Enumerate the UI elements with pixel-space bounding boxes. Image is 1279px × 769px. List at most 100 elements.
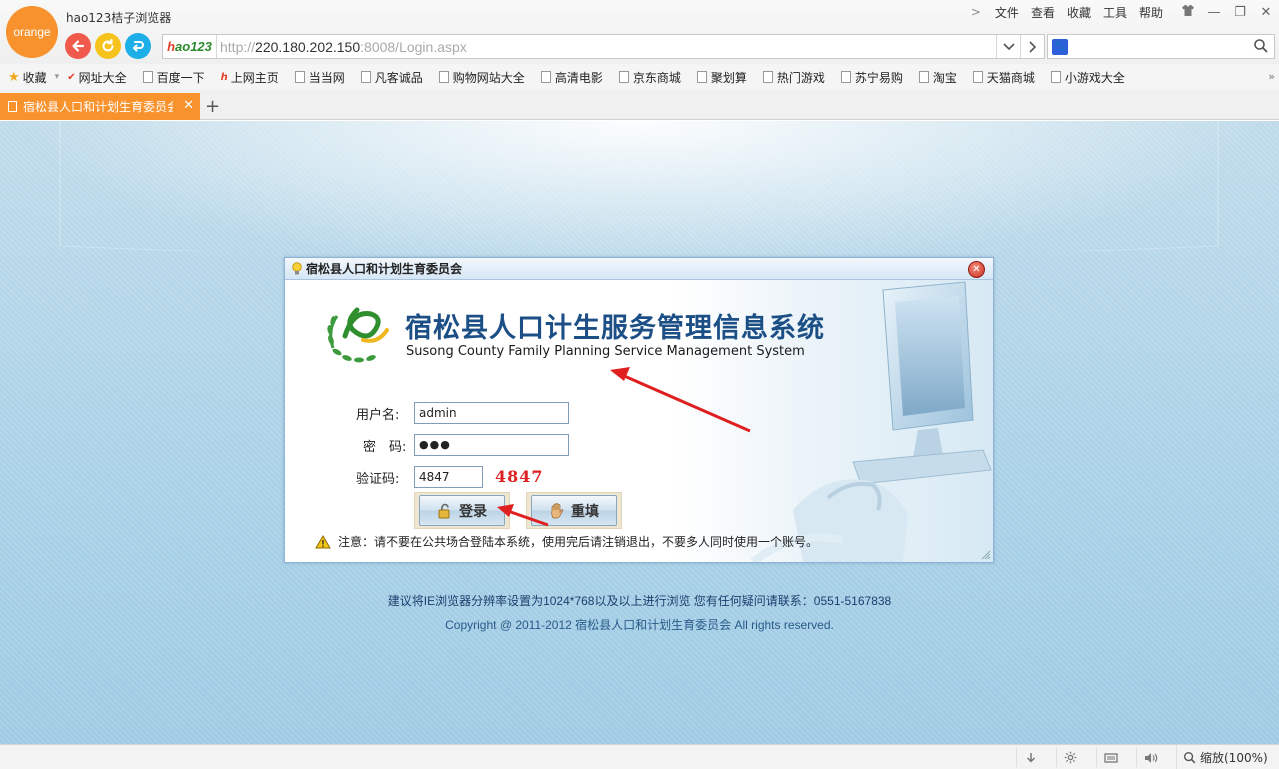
warning-icon	[315, 534, 331, 548]
login-window-body: 宿松县人口计生服务管理信息系统 Susong County Family Pla…	[285, 280, 993, 562]
new-tab-button[interactable]: +	[205, 96, 220, 117]
zoom-icon	[1183, 751, 1196, 763]
page-icon	[360, 71, 371, 83]
browser-menu: > 文件 查看 收藏 工具 帮助 — ❐ ✕	[971, 2, 1279, 22]
url-text[interactable]: http://220.180.202.150:8008/Login.aspx	[217, 39, 996, 55]
page-icon	[696, 71, 707, 83]
notice-text: 注意：请不要在公共场合登陆本系统，使用完后请注销退出，不要多人同时使用一个账号。	[315, 533, 818, 550]
login-window: 宿松县人口和计划生育委员会 ✕ 宿松县人口计生服务管理信息系统 Susong C…	[284, 257, 994, 563]
status-bar: 缩放(100%)	[0, 744, 1279, 769]
skin-icon[interactable]	[1175, 4, 1201, 20]
download-icon[interactable]	[1016, 748, 1044, 767]
background-decoration	[59, 121, 1219, 251]
bookmark-item[interactable]: 凡客诚品	[360, 69, 423, 86]
arrow-left-icon	[72, 40, 85, 52]
window-mode-icon[interactable]	[1096, 748, 1124, 767]
search-icon[interactable]	[1253, 38, 1269, 54]
login-window-titlebar: 宿松县人口和计划生育委员会 ✕	[285, 258, 993, 280]
search-input[interactable]: 🐾	[1047, 34, 1275, 59]
page-icon	[142, 71, 153, 83]
footer-advice: 建议将IE浏览器分辨率设置为1024*768以及以上进行浏览 您有任何疑问请联系…	[387, 594, 892, 608]
system-title-en: Susong County Family Planning Service Ma…	[406, 344, 805, 359]
menu-tools[interactable]: 工具	[1103, 4, 1127, 21]
page-icon	[294, 71, 305, 83]
browser-logo[interactable]: orange	[6, 6, 58, 58]
hand-icon	[551, 502, 564, 518]
login-button[interactable]: 登录	[419, 495, 505, 526]
zoom-control[interactable]: 缩放(100%)	[1176, 745, 1268, 769]
page-icon	[918, 71, 929, 83]
username-input[interactable]	[414, 402, 569, 424]
unlock-icon	[438, 503, 450, 518]
page-icon	[438, 71, 449, 83]
page-icon	[840, 71, 851, 83]
refresh-button[interactable]	[95, 33, 121, 59]
go-button[interactable]	[1020, 35, 1044, 58]
baidu-paw-icon[interactable]: 🐾	[1052, 39, 1068, 55]
zoom-level: 缩放(100%)	[1200, 750, 1268, 765]
bookmark-item[interactable]: 京东商城	[618, 69, 681, 86]
reset-button-label: 重填	[571, 503, 599, 520]
bookmark-item[interactable]: 百度一下	[142, 69, 205, 86]
refresh-icon	[102, 39, 114, 52]
username-label: 用户名:	[356, 408, 400, 423]
page-icon	[8, 101, 17, 112]
tab-title: 宿松县人口和计划生育委员会	[23, 100, 173, 114]
login-button-label: 登录	[459, 503, 487, 520]
return-icon	[133, 41, 144, 52]
captcha-label: 验证码:	[356, 472, 400, 487]
bookmarks-bar: ★ 收藏 ▾ ✔ 网址大全 百度一下 h 上网主页 当当网 凡客诚品 购物网站大全 …	[0, 64, 1279, 90]
page-icon	[1050, 71, 1061, 83]
chevron-right-icon[interactable]: >	[971, 5, 981, 19]
page-icon	[618, 71, 629, 83]
hao123-button[interactable]: h ao123	[163, 35, 217, 58]
page-icon	[762, 71, 773, 83]
captcha-image[interactable]: 4847	[495, 467, 544, 486]
menu-favorites[interactable]: 收藏	[1067, 4, 1091, 21]
back-button[interactable]	[65, 33, 91, 59]
bookmark-item[interactable]: ✔ 网址大全	[67, 69, 126, 86]
tab-active[interactable]: 宿松县人口和计划生育委员会 ✕	[0, 93, 200, 120]
password-input[interactable]: ●●●	[414, 434, 569, 456]
volume-icon[interactable]	[1136, 748, 1164, 767]
captcha-input[interactable]	[414, 466, 483, 488]
bookmark-item[interactable]: 苏宁易购	[840, 69, 903, 86]
chevron-right-icon	[1028, 40, 1036, 53]
close-icon[interactable]: ✕	[1253, 5, 1279, 20]
bookmark-item[interactable]: 购物网站大全	[438, 69, 525, 86]
browser-title: hao123桔子浏览器	[66, 11, 172, 25]
menu-file[interactable]: 文件	[995, 4, 1019, 21]
address-bar[interactable]: h ao123 http://220.180.202.150:8008/Login…	[162, 34, 1045, 59]
bookmark-favorites[interactable]: ★ 收藏 ▾	[8, 69, 59, 86]
star-icon: ★	[8, 69, 20, 85]
system-title-cn: 宿松县人口计生服务管理信息系统	[405, 313, 825, 344]
hao123-icon: h	[220, 71, 228, 83]
restore-icon[interactable]: ❐	[1227, 5, 1253, 20]
chevron-down-icon[interactable]	[996, 35, 1020, 58]
more-bookmarks-icon[interactable]: »	[1268, 70, 1275, 83]
bookmark-item[interactable]: 高清电影	[540, 69, 603, 86]
bookmark-item[interactable]: 热门游戏	[762, 69, 825, 86]
page-icon	[972, 71, 983, 83]
bookmark-item[interactable]: 小游戏大全	[1050, 69, 1125, 86]
login-window-title: 宿松县人口和计划生育委员会	[306, 262, 463, 276]
menu-help[interactable]: 帮助	[1139, 4, 1163, 21]
lightbulb-icon	[292, 261, 302, 274]
bookmark-item[interactable]: 淘宝	[918, 69, 957, 86]
hao123-icon: ✔	[67, 71, 76, 83]
close-window-button[interactable]: ✕	[968, 261, 985, 278]
tab-close-icon[interactable]: ✕	[183, 98, 194, 113]
bookmark-item[interactable]: 天猫商城	[972, 69, 1035, 86]
settings-gear-icon[interactable]	[1056, 748, 1084, 767]
bookmark-item[interactable]: 当当网	[294, 69, 345, 86]
chevron-down-icon[interactable]: ▾	[55, 72, 60, 82]
page-content: 宿松县人口和计划生育委员会 ✕ 宿松县人口计生服务管理信息系统 Susong C…	[0, 121, 1279, 744]
undo-close-tab-button[interactable]	[125, 33, 151, 59]
emblem-logo	[327, 307, 389, 363]
bookmark-item[interactable]: 聚划算	[696, 69, 747, 86]
bookmark-item[interactable]: h 上网主页	[221, 69, 279, 86]
minimize-icon[interactable]: —	[1201, 5, 1227, 20]
resize-grip-icon[interactable]	[981, 550, 991, 560]
menu-view[interactable]: 查看	[1031, 4, 1055, 21]
reset-button[interactable]: 重填	[531, 495, 617, 526]
